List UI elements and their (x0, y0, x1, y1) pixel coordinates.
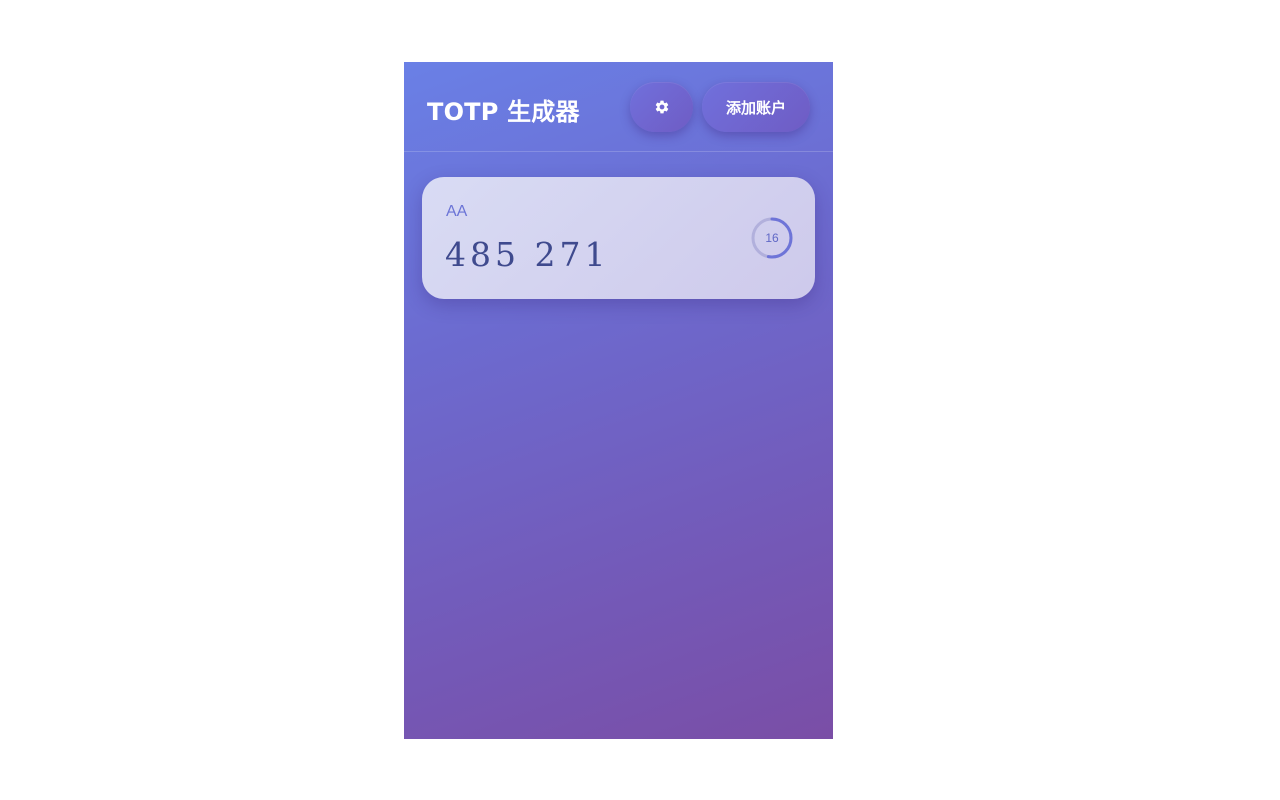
settings-button[interactable] (630, 82, 693, 132)
header: TOTP 生成器 添加账户 (404, 62, 833, 152)
add-account-button[interactable]: 添加账户 (702, 82, 810, 132)
account-name: AA (446, 203, 468, 220)
account-card[interactable]: AA 485 271 16 (422, 177, 815, 299)
countdown-seconds: 16 (765, 231, 779, 245)
totp-code[interactable]: 485 271 (445, 235, 609, 274)
totp-popup: TOTP 生成器 添加账户 AA 485 271 16 (404, 62, 833, 739)
page-title: TOTP 生成器 (427, 98, 580, 126)
gear-icon (654, 99, 670, 115)
countdown-timer: 16 (750, 216, 794, 260)
